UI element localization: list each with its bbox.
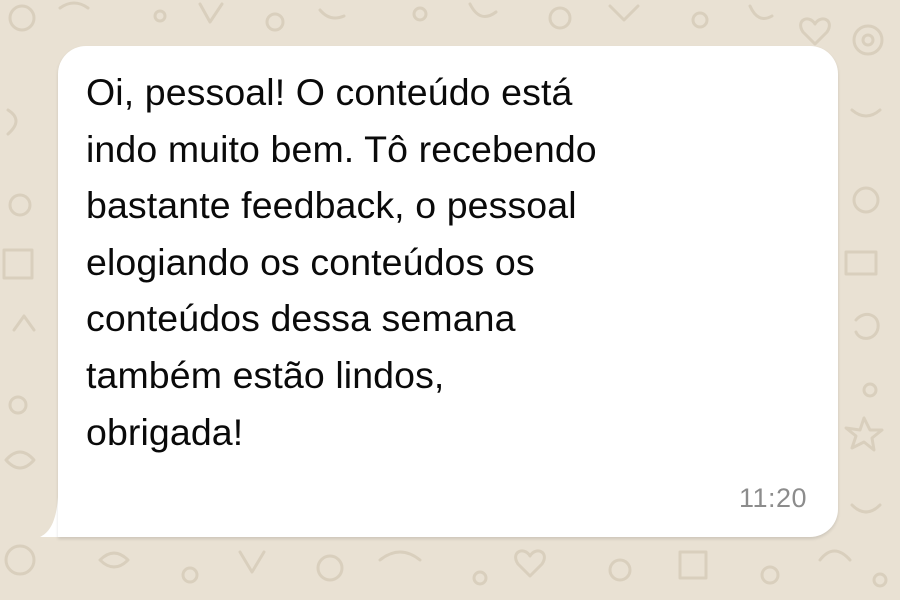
- message-line: elogiando os conteúdos os: [86, 240, 535, 283]
- message-line: também estão lindos,: [86, 353, 445, 396]
- message-line: indo muito bem. Tô recebendo: [86, 127, 597, 170]
- message-line: bastante feedback, o pessoal: [86, 184, 577, 227]
- message-line: Oi, pessoal! O conteúdo está: [86, 71, 573, 113]
- message-line: obrigada!: [86, 410, 244, 453]
- chat-area: Oi, pessoal! O conteúdo está indo muito …: [0, 0, 900, 600]
- message-line: conteúdos dessa semana: [86, 297, 516, 340]
- message-timestamp: 11:20: [738, 483, 807, 513]
- message-text: Oi, pessoal! O conteúdo está indo muito …: [86, 64, 816, 460]
